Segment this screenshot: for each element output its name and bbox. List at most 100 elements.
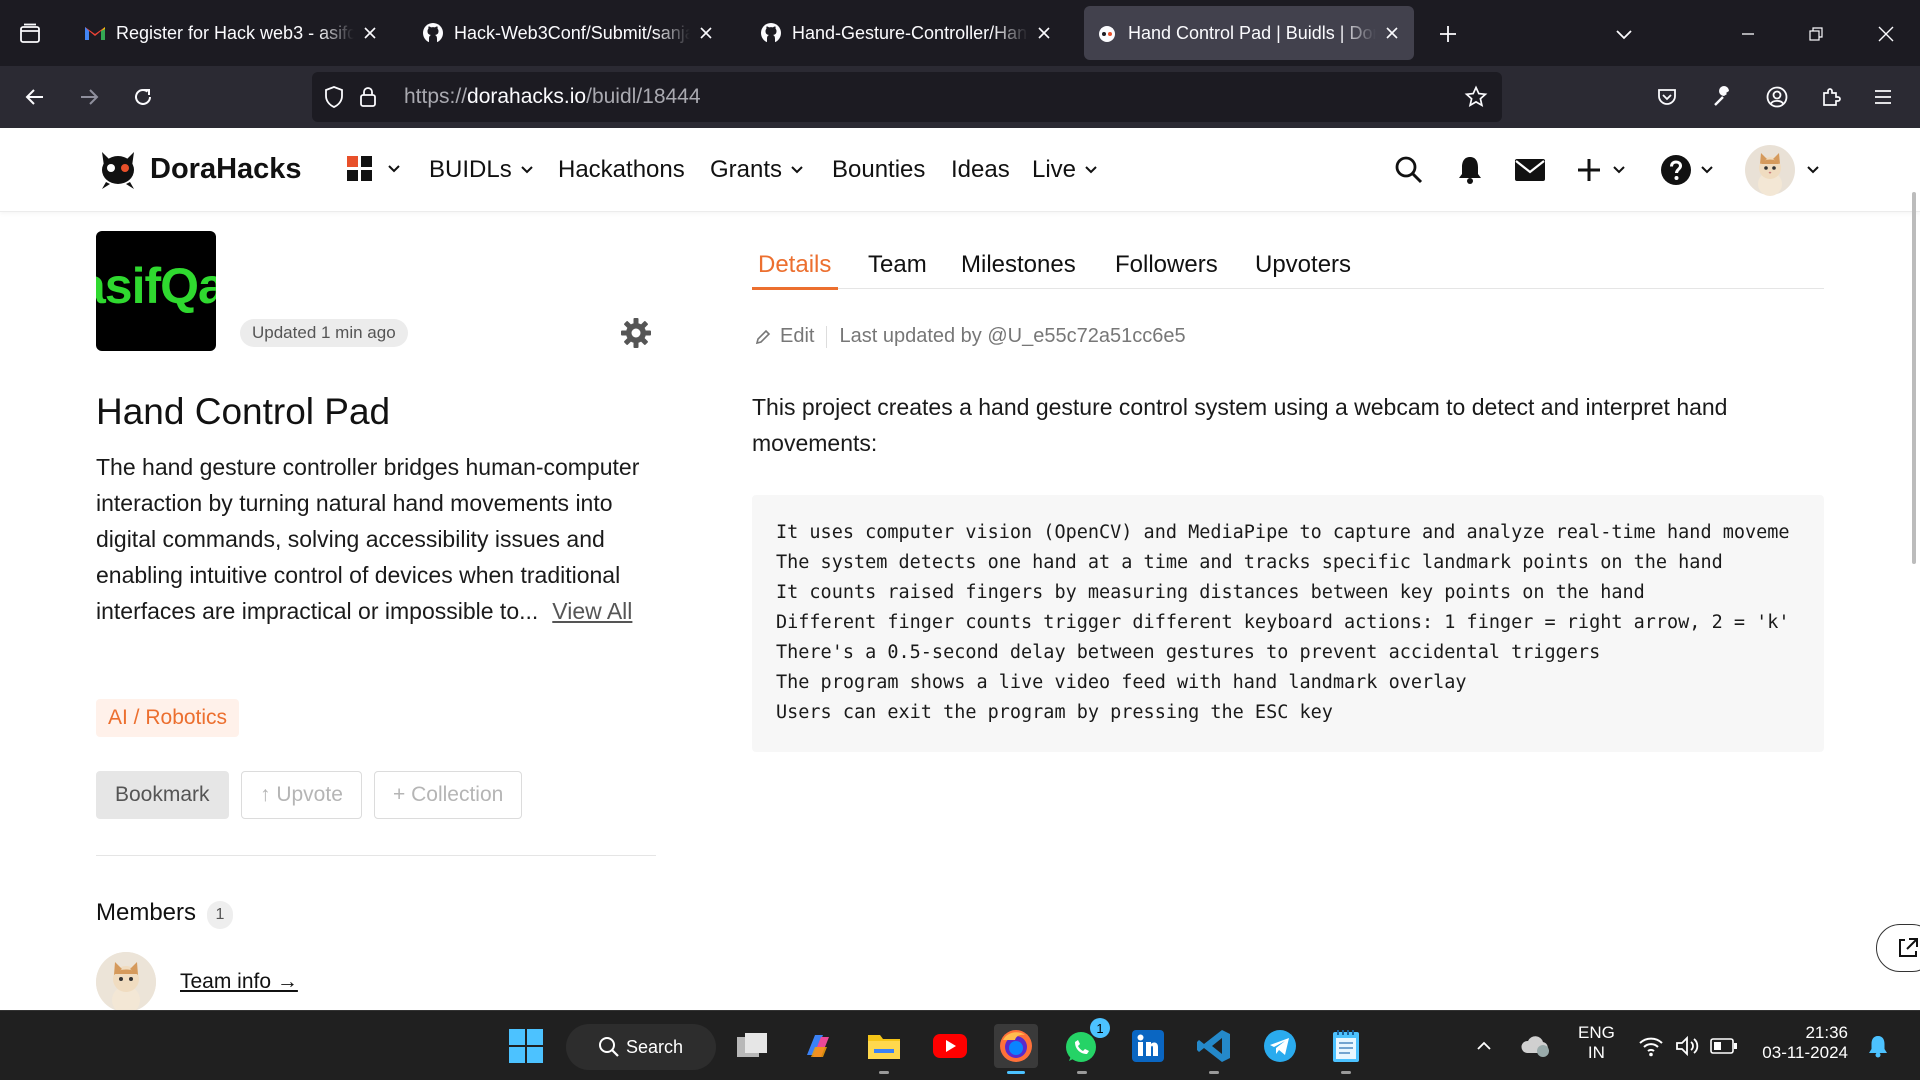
- edit-label: Edit: [780, 325, 815, 347]
- share-button[interactable]: [1876, 924, 1920, 972]
- code-line: The program shows a live video feed with…: [776, 672, 1467, 693]
- nav-label: BUIDLs: [429, 156, 512, 183]
- whatsapp-icon[interactable]: 1: [1060, 1018, 1110, 1074]
- gmail-icon: [84, 22, 106, 44]
- project-logo: asifQar: [96, 231, 216, 351]
- avatar: [1745, 145, 1795, 196]
- github-icon: [422, 22, 444, 44]
- url-path: /buidl/18444: [586, 85, 701, 108]
- user-menu[interactable]: [1744, 144, 1820, 196]
- nav-bounties[interactable]: Bounties: [832, 156, 925, 184]
- minimize-icon[interactable]: [1732, 18, 1764, 50]
- bookmark-star-icon[interactable]: [1462, 83, 1490, 111]
- upvote-button[interactable]: ↑ Upvote: [241, 771, 362, 819]
- vscode-icon[interactable]: [1192, 1024, 1236, 1074]
- help-menu[interactable]: [1660, 150, 1714, 190]
- chevron-down-icon: [388, 165, 400, 173]
- tab-upvoters[interactable]: Upvoters: [1255, 251, 1351, 279]
- pencil-icon: [755, 329, 771, 344]
- mail-icon[interactable]: [1514, 150, 1546, 190]
- create-menu[interactable]: [1576, 150, 1626, 190]
- restore-icon[interactable]: [1800, 18, 1832, 50]
- nav-live[interactable]: Live: [1032, 156, 1098, 184]
- taskbar-search[interactable]: Search: [566, 1024, 716, 1070]
- battery-icon[interactable]: [1704, 1024, 1744, 1068]
- forward-arrow-icon[interactable]: [72, 80, 106, 114]
- pocket-icon[interactable]: [1650, 80, 1684, 114]
- clock[interactable]: 21:36 03-11-2024: [1752, 1023, 1848, 1063]
- wrench-icon[interactable]: [1706, 80, 1740, 114]
- scrollbar[interactable]: [1912, 192, 1916, 564]
- chevron-down-icon[interactable]: [1608, 18, 1640, 50]
- close-window-icon[interactable]: [1870, 18, 1902, 50]
- add-to-collection-button[interactable]: + Collection: [374, 771, 523, 819]
- copilot-icon[interactable]: [796, 1024, 840, 1068]
- notepad-icon[interactable]: [1324, 1024, 1368, 1074]
- nav-label: Ideas: [951, 156, 1010, 183]
- bookmark-button[interactable]: Bookmark: [96, 771, 229, 819]
- close-tab-icon[interactable]: [1034, 23, 1054, 43]
- tab-team[interactable]: Team: [868, 251, 927, 279]
- browser-tab[interactable]: Register for Hack web3 - asifqa: [72, 6, 392, 60]
- start-button[interactable]: [504, 1024, 548, 1068]
- file-explorer-icon[interactable]: [862, 1024, 906, 1074]
- member-avatar[interactable]: [96, 952, 156, 1012]
- divider: [96, 855, 656, 856]
- chevron-down-icon: [1701, 166, 1713, 174]
- task-view-icon[interactable]: [730, 1024, 774, 1068]
- nav-buidls[interactable]: BUIDLs: [429, 156, 534, 184]
- view-all-link[interactable]: View All: [552, 598, 632, 624]
- nav-grants[interactable]: Grants: [710, 156, 804, 184]
- nav-hackathons[interactable]: Hackathons: [558, 156, 685, 184]
- nav-ideas[interactable]: Ideas: [951, 156, 1010, 184]
- onedrive-weather-icon[interactable]: [1516, 1024, 1556, 1068]
- browser-tab[interactable]: Hack-Web3Conf/Submit/sanjay: [410, 6, 728, 60]
- firefox-icon[interactable]: [994, 1024, 1038, 1074]
- bell-icon[interactable]: [1456, 150, 1484, 190]
- reload-icon[interactable]: [126, 80, 160, 114]
- edit-button[interactable]: Edit: [754, 325, 814, 348]
- last-updated-text: Last updated by @U_e55c72a51cc6e5: [839, 325, 1186, 347]
- search-icon[interactable]: [1394, 150, 1424, 190]
- lock-icon[interactable]: [354, 83, 382, 111]
- url-text[interactable]: https://dorahacks.io/buidl/18444: [404, 85, 701, 109]
- shield-icon[interactable]: [320, 83, 348, 111]
- extensions-icon[interactable]: [1814, 80, 1848, 114]
- volume-icon[interactable]: [1668, 1024, 1706, 1068]
- chevron-up-icon[interactable]: [1468, 1024, 1500, 1068]
- category-tag[interactable]: AI / Robotics: [96, 699, 240, 737]
- running-indicator: [1341, 1071, 1351, 1074]
- telegram-icon[interactable]: [1258, 1024, 1302, 1068]
- close-tab-icon[interactable]: [360, 23, 380, 43]
- project-logo-text: asifQar: [96, 258, 216, 314]
- tab-details[interactable]: Details: [758, 251, 831, 279]
- browser-tab[interactable]: Hand-Gesture-Controller/Hand: [748, 6, 1066, 60]
- notification-bell-icon[interactable]: [1860, 1024, 1896, 1068]
- tab-list-icon[interactable]: [14, 18, 46, 50]
- apps-menu[interactable]: [346, 155, 402, 183]
- language-indicator[interactable]: ENG IN: [1578, 1023, 1615, 1063]
- hamburger-menu-icon[interactable]: [1866, 80, 1900, 114]
- tab-milestones[interactable]: Milestones: [961, 251, 1076, 279]
- account-icon[interactable]: [1760, 80, 1794, 114]
- close-tab-icon[interactable]: [1382, 23, 1402, 43]
- code-line: It uses computer vision (OpenCV) and Med…: [776, 522, 1790, 543]
- code-line: Users can exit the program by pressing t…: [776, 702, 1333, 723]
- tab-followers[interactable]: Followers: [1115, 251, 1218, 279]
- wifi-icon[interactable]: [1632, 1024, 1670, 1068]
- windows-logo-icon: [509, 1029, 543, 1063]
- youtube-icon[interactable]: [928, 1024, 972, 1068]
- new-tab-icon[interactable]: [1432, 18, 1464, 50]
- close-tab-icon[interactable]: [696, 23, 716, 43]
- search-label: Search: [626, 1036, 684, 1057]
- dorahacks-logo[interactable]: DoraHacks: [96, 148, 302, 190]
- back-arrow-icon[interactable]: [18, 80, 52, 114]
- github-icon: [760, 22, 782, 44]
- linkedin-icon[interactable]: [1126, 1024, 1170, 1068]
- team-info-link[interactable]: Team info →: [180, 970, 298, 994]
- browser-tab-active[interactable]: Hand Control Pad | Buidls | Dor: [1084, 6, 1414, 60]
- brand-name: DoraHacks: [150, 152, 302, 185]
- nav-label: Hackathons: [558, 156, 685, 183]
- gear-icon[interactable]: [620, 317, 652, 349]
- address-bar[interactable]: https://dorahacks.io/buidl/18444: [312, 72, 1502, 122]
